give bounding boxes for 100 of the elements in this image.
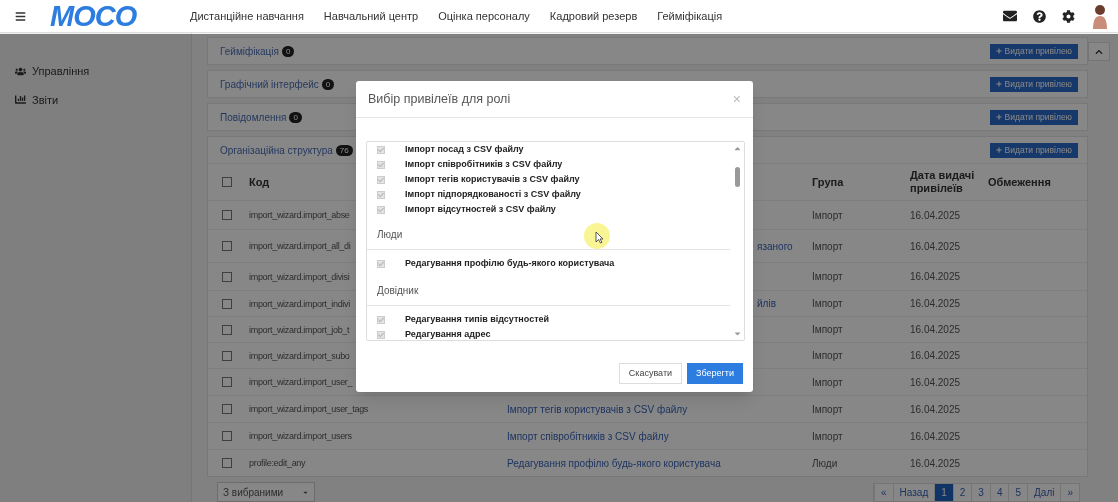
code-cell: profile:edit_any <box>249 458 306 469</box>
checkbox[interactable] <box>377 160 385 169</box>
nav-link[interactable]: Навчальний центр <box>323 7 419 25</box>
scroll-down-icon[interactable] <box>732 329 742 338</box>
checkbox[interactable] <box>222 210 232 220</box>
count-badge: 0 <box>289 111 302 123</box>
description-link[interactable]: Імпорт тегів користувачів з CSV файлу <box>507 403 688 415</box>
checkbox[interactable] <box>377 330 385 339</box>
bulk-action-select[interactable]: З вибраними <box>217 482 315 502</box>
plus-icon <box>995 48 1002 54</box>
checkbox[interactable] <box>222 177 232 187</box>
nav-link[interactable]: Кадровий резерв <box>549 7 638 25</box>
grant-privilege-button[interactable]: Видати привілею <box>989 76 1078 92</box>
section-title[interactable]: Організаційна структура <box>220 142 333 158</box>
checkbox[interactable] <box>222 298 232 309</box>
sidebar-item[interactable]: Управління <box>15 63 191 80</box>
menu-icon[interactable] <box>15 10 26 22</box>
scroll-top-button[interactable] <box>1088 42 1110 61</box>
group-heading: Довідник <box>377 284 419 298</box>
checkbox[interactable] <box>222 350 232 361</box>
settings-icon[interactable] <box>1062 9 1075 23</box>
chart-icon <box>15 94 26 106</box>
nav-link[interactable]: Дистанційне навчання <box>190 7 304 25</box>
save-button[interactable]: Зберегти <box>687 363 743 384</box>
column-header: Дата видачі привілеїв <box>910 169 976 195</box>
section-title[interactable]: Гейміфікація <box>220 43 279 59</box>
group-cell: Імпорт <box>812 350 843 361</box>
date-cell-text: 16.04.2025 <box>910 208 961 223</box>
checkbox[interactable] <box>377 175 385 184</box>
page-button[interactable]: 1 <box>934 483 953 501</box>
plus-icon <box>995 81 1002 87</box>
plus-icon <box>995 147 1002 153</box>
group-cell: Імпорт <box>812 271 843 282</box>
count-badge: 0 <box>281 45 295 57</box>
users-icon <box>15 65 26 77</box>
code-cell: import_wizard.import_all_di <box>249 241 351 252</box>
date-cell-text: 16.04.2025 <box>910 270 961 284</box>
privilege-label: Редагування адрес <box>405 327 491 340</box>
grant-privilege-button[interactable]: Видати привілею <box>989 142 1078 158</box>
checkbox[interactable] <box>222 431 232 441</box>
code-cell: import_wizard.import_indivi <box>249 298 350 309</box>
privilege-label: Імпорт тегів користувачів з CSV файлу <box>405 172 580 186</box>
description-link[interactable]: Редагування профілю будь-якого користувача <box>507 457 721 469</box>
mail-icon[interactable] <box>1003 9 1017 23</box>
description-link[interactable]: Імпорт співробітників з CSV файлу <box>507 430 669 442</box>
checkbox[interactable] <box>377 145 385 154</box>
plus-icon <box>995 114 1002 120</box>
description-link[interactable]: йлів <box>757 298 776 309</box>
scroll-up-icon[interactable] <box>732 144 742 153</box>
checkbox[interactable] <box>377 315 385 324</box>
checkbox[interactable] <box>377 205 385 214</box>
close-button[interactable]: × <box>732 92 741 106</box>
group-cell: Імпорт <box>812 430 843 442</box>
code-cell: import_wizard.import_users <box>249 431 352 442</box>
code-cell: import_wizard.import_job_t <box>249 324 350 335</box>
date-cell-text: 16.04.2025 <box>910 429 961 444</box>
group-cell: Імпорт <box>812 209 843 221</box>
group-cell: Імпорт <box>812 240 843 252</box>
checkbox[interactable] <box>222 377 232 387</box>
group-cell: Імпорт <box>812 403 843 415</box>
section-title[interactable]: Графічний інтерфейс <box>220 76 319 92</box>
date-cell-text: 16.04.2025 <box>910 239 961 254</box>
code-cell: import_wizard.import_abse <box>249 210 350 221</box>
cancel-button[interactable]: Скасувати <box>618 363 683 384</box>
logo[interactable]: MOCO <box>50 1 154 31</box>
count-badge: 76 <box>335 144 353 156</box>
date-cell-text: 16.04.2025 <box>910 349 961 363</box>
nav-link[interactable]: Гейміфікація <box>657 7 723 25</box>
cursor-highlight-drawing <box>584 223 610 249</box>
checkbox[interactable] <box>222 458 232 468</box>
section-title[interactable]: Повідомлення <box>220 109 287 125</box>
date-cell-text: 16.04.2025 <box>910 297 961 311</box>
checkbox[interactable] <box>222 271 232 282</box>
description-link[interactable]: язаного <box>757 240 793 252</box>
privilege-label: Імпорт підпорядкованості з CSV файлу <box>405 187 581 201</box>
group-cell: Імпорт <box>812 376 843 388</box>
grant-privilege-button[interactable]: Видати привілею <box>989 109 1078 125</box>
column-header: Група <box>812 174 845 190</box>
checkbox[interactable] <box>222 404 232 414</box>
date-cell-text: 16.04.2025 <box>910 402 961 417</box>
scrollbar-thumb[interactable] <box>734 167 740 187</box>
sidebar-item[interactable]: Звіти <box>15 91 191 108</box>
checkbox[interactable] <box>222 324 232 335</box>
group-cell: Імпорт <box>812 298 843 309</box>
privilege-label: Редагування типів відсутностей <box>405 312 550 326</box>
code-cell: import_wizard.import_subo <box>249 350 350 361</box>
checkbox[interactable] <box>222 241 232 251</box>
avatar-icon[interactable] <box>1091 3 1109 29</box>
date-cell-text: 16.04.2025 <box>910 375 961 390</box>
column-header: Обмеження <box>987 174 1051 190</box>
code-cell: import_wizard.import_divisi <box>249 271 350 282</box>
privilege-label: Імпорт посад з CSV файлу <box>405 142 524 156</box>
help-icon[interactable] <box>1033 9 1046 23</box>
group-cell: Імпорт <box>812 324 843 335</box>
date-cell-text: 16.04.2025 <box>910 323 961 337</box>
grant-privilege-button[interactable]: Видати привілею <box>989 43 1078 59</box>
chevron-up-icon <box>1095 47 1103 56</box>
checkbox[interactable] <box>377 190 385 199</box>
nav-link[interactable]: Оцінка персоналу <box>438 7 530 25</box>
checkbox[interactable] <box>377 259 385 268</box>
